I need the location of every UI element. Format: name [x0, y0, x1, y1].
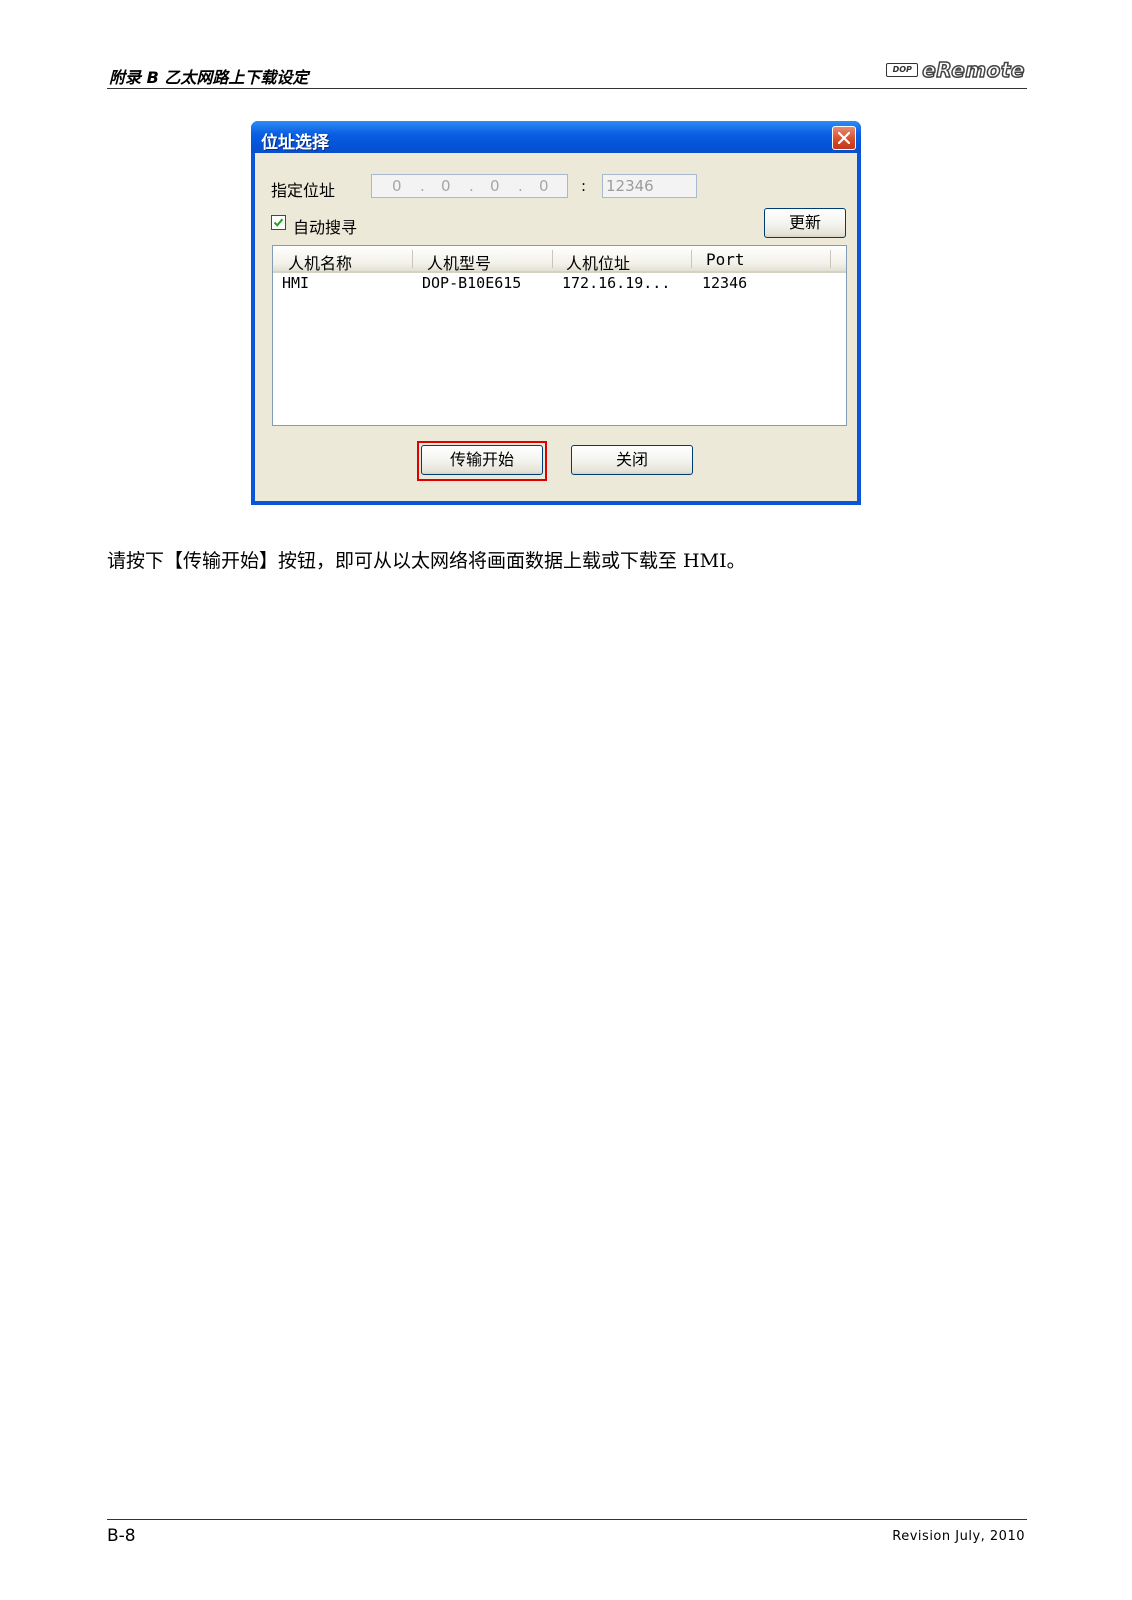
address-label: 指定位址 [271, 181, 336, 200]
refresh-button[interactable]: 更新 [764, 208, 846, 238]
ip-segment-3: 0 [490, 177, 500, 195]
column-header-name[interactable]: 人机名称 [288, 250, 352, 274]
page-header: 附录 B 乙太网路上下载设定 DOP eRemote [107, 54, 1027, 89]
cell-port: 12346 [702, 274, 748, 292]
column-divider[interactable] [412, 250, 413, 268]
table-row[interactable]: HMI DOP-B10E615 172.16.19... 12346 [273, 273, 846, 293]
column-header-model[interactable]: 人机型号 [427, 250, 491, 274]
logo-text: eRemote [922, 57, 1026, 83]
instruction-text: 请按下【传输开始】按钮，即可从以太网络将画面数据上载或下载至 HMI。 [107, 550, 746, 572]
dialog-title: 位址选择 [261, 133, 329, 153]
revision-label: Revision July, 2010 [892, 1529, 1025, 1544]
ip-segment-2: 0 [441, 177, 451, 195]
ip-segment-4: 0 [539, 177, 549, 195]
column-header-address[interactable]: 人机位址 [566, 250, 630, 274]
dialog-titlebar[interactable]: 位址选择 [251, 121, 861, 153]
cell-model: DOP-B10E615 [422, 274, 522, 292]
page-number: B-8 [107, 1526, 136, 1546]
cell-address: 172.16.19... [562, 274, 671, 292]
close-button[interactable]: 关闭 [571, 445, 693, 475]
column-header-port[interactable]: Port [706, 250, 745, 269]
eremote-logo: DOP eRemote [886, 57, 1026, 83]
hmi-list[interactable]: 人机名称 人机型号 人机位址 Port HMI DOP-B10E615 172.… [272, 245, 847, 426]
header-title: 附录 B 乙太网路上下载设定 [109, 68, 309, 87]
ip-dot: . [469, 177, 474, 195]
close-window-button[interactable] [832, 126, 856, 150]
port-separator: : [581, 177, 587, 195]
ip-dot: . [518, 177, 523, 195]
highlight-box [417, 441, 547, 481]
ip-segment-1: 0 [392, 177, 402, 195]
column-divider[interactable] [691, 250, 692, 268]
ip-dot: . [420, 177, 425, 195]
cell-name: HMI [282, 274, 310, 292]
column-divider[interactable] [552, 250, 553, 268]
dialog-body: 指定位址 0 . 0 . 0 . 0 : 12346 自动搜寻 更新 人机名称 … [255, 153, 857, 501]
column-divider[interactable] [830, 250, 831, 268]
address-select-dialog: 位址选择 指定位址 0 . 0 . 0 . 0 : 12346 自动搜寻 更新 [251, 121, 861, 505]
auto-search-checkbox[interactable] [271, 215, 286, 230]
check-icon [273, 218, 284, 227]
logo-badge: DOP [886, 63, 919, 77]
ip-address-field[interactable]: 0 . 0 . 0 . 0 [371, 174, 568, 198]
auto-search-label[interactable]: 自动搜寻 [293, 214, 357, 238]
port-field[interactable]: 12346 [602, 174, 697, 198]
close-icon [838, 132, 850, 144]
list-header: 人机名称 人机型号 人机位址 Port [273, 246, 846, 273]
page-footer: B-8 Revision July, 2010 [107, 1519, 1027, 1546]
